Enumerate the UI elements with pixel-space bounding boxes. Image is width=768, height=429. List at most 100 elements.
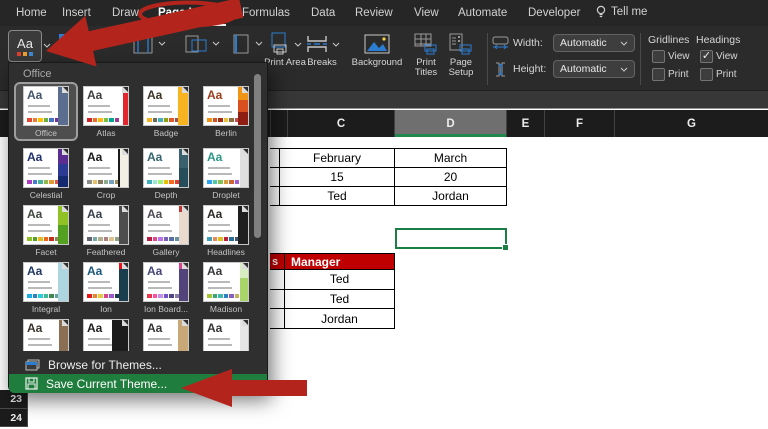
tab-data[interactable]: Data xyxy=(311,0,335,24)
theme-tile-madison[interactable]: AaMadison xyxy=(198,262,254,314)
theme-tile-droplet[interactable]: AaDroplet xyxy=(198,148,254,200)
headings-print-checkbox[interactable] xyxy=(700,68,713,81)
theme-tile-label: Crop xyxy=(78,190,134,200)
column-header-D[interactable]: D xyxy=(394,110,506,137)
page-fold-corner xyxy=(182,205,189,212)
theme-tile-depth[interactable]: AaDepth xyxy=(138,148,194,200)
tab-developer[interactable]: Developer xyxy=(528,0,580,24)
tab-formulas[interactable]: Formulas xyxy=(242,0,290,24)
chevron-down-icon[interactable] xyxy=(255,41,263,46)
column-header-C[interactable]: C xyxy=(287,110,394,137)
page-fold-corner xyxy=(182,86,189,93)
headings-title: Headings xyxy=(696,34,740,46)
header-cell-partial[interactable]: s xyxy=(270,254,285,270)
breaks-button[interactable]: Breaks xyxy=(300,30,344,68)
table-cell[interactable]: Ted xyxy=(285,290,395,310)
manager-header-cell[interactable]: Manager xyxy=(285,254,395,270)
theme-tile-berlin[interactable]: AaBerlin xyxy=(198,86,254,138)
theme-tile-ion[interactable]: AaIon xyxy=(78,262,134,314)
print-area-icon xyxy=(268,32,292,56)
theme-color-swatches xyxy=(207,118,239,123)
theme-aa-sample: Aa xyxy=(147,321,162,335)
theme-tile-gallery[interactable]: AaGallery xyxy=(138,205,194,257)
theme-aa-sample: Aa xyxy=(27,264,42,278)
page-fold-corner xyxy=(182,148,189,155)
page-fold-corner xyxy=(122,86,129,93)
theme-aa-sample: Aa xyxy=(87,321,102,335)
margins-icon[interactable] xyxy=(132,33,154,55)
chevron-down-icon[interactable] xyxy=(212,41,220,46)
theme-tile-facet[interactable]: AaFacet xyxy=(18,205,74,257)
theme-tile-celestial[interactable]: AaCelestial xyxy=(18,148,74,200)
width-select[interactable]: Automatic xyxy=(553,34,635,52)
month-table: FebruaryMarch1520TedJordan xyxy=(270,148,507,206)
size-icon[interactable] xyxy=(232,33,250,55)
headings-print-label: Print xyxy=(716,69,737,80)
table-cell[interactable]: Jordan xyxy=(285,309,395,329)
tab-review[interactable]: Review xyxy=(355,0,393,24)
colors-icon[interactable] xyxy=(58,32,78,52)
theme-tile-integral[interactable]: AaIntegral xyxy=(18,262,74,314)
table-cell[interactable]: February xyxy=(280,149,395,168)
table-cell[interactable]: March xyxy=(395,149,507,168)
theme-tile-headlines[interactable]: AaHeadlines xyxy=(198,205,254,257)
save-current-theme-item[interactable]: Save Current Theme... xyxy=(9,374,267,393)
breaks-label: Breaks xyxy=(307,57,337,68)
theme-tile-label: Depth xyxy=(138,190,194,200)
theme-aa-sample: Aa xyxy=(207,88,222,102)
browse-for-themes-label: Browse for Themes... xyxy=(48,358,162,372)
column-header-F[interactable]: F xyxy=(544,110,614,137)
column-header-E[interactable]: E xyxy=(506,110,544,137)
table-cell[interactable]: Jordan xyxy=(395,187,507,206)
theme-color-dots xyxy=(17,52,33,56)
column-header-partial[interactable] xyxy=(270,110,287,137)
cell-partial[interactable] xyxy=(270,270,285,290)
theme-tile-badge[interactable]: AaBadge xyxy=(138,86,194,138)
tab-home[interactable]: Home xyxy=(16,0,47,24)
tell-me-button[interactable]: Tell me xyxy=(596,0,647,24)
theme-tile-ion-board[interactable]: AaIon Board... xyxy=(138,262,194,314)
table-cell[interactable]: Ted xyxy=(285,270,395,290)
chevron-down-icon[interactable] xyxy=(43,43,51,48)
orientation-icon[interactable] xyxy=(184,33,208,55)
table-cell[interactable]: 15 xyxy=(280,168,395,187)
tab-view[interactable]: View xyxy=(414,0,439,24)
browse-for-themes-item[interactable]: Browse for Themes... xyxy=(9,355,267,374)
tab-insert[interactable]: Insert xyxy=(62,0,91,24)
selected-cell[interactable] xyxy=(395,228,507,249)
page-fold-corner xyxy=(242,319,249,326)
theme-tile-crop[interactable]: Aa Crop xyxy=(78,148,134,200)
gridlines-view-checkbox[interactable] xyxy=(652,50,665,63)
headings-view-label: View xyxy=(716,51,738,62)
chevron-down-icon[interactable] xyxy=(158,41,166,46)
cell-partial[interactable] xyxy=(270,187,280,206)
gridlines-print-checkbox[interactable] xyxy=(652,68,665,81)
themes-dropdown: Office AaOfficeAaAtlasAaBadgeAaBerlinAaC… xyxy=(8,62,268,392)
table-cell[interactable]: 20 xyxy=(395,168,507,187)
dropdown-scrollbar[interactable] xyxy=(254,74,261,238)
headings-view-checkbox[interactable]: ✓ xyxy=(700,50,713,63)
table-cell[interactable]: Ted xyxy=(280,187,395,206)
cell-partial[interactable] xyxy=(270,149,280,168)
theme-tile-feathered[interactable]: AaFeathered xyxy=(78,205,134,257)
theme-tile-label: Madison xyxy=(198,304,254,314)
row-header-24[interactable]: 24 xyxy=(0,409,28,427)
tab-automate[interactable]: Automate xyxy=(458,0,507,24)
theme-tile-atlas[interactable]: AaAtlas xyxy=(78,86,134,138)
cell-partial[interactable] xyxy=(270,168,280,187)
cell-partial[interactable] xyxy=(270,309,285,329)
page-fold-corner xyxy=(62,319,69,326)
theme-color-swatches xyxy=(87,118,119,123)
height-select[interactable]: Automatic xyxy=(553,60,635,78)
theme-aa-sample: Aa xyxy=(87,150,102,164)
background-button[interactable]: Background xyxy=(342,30,412,68)
theme-aa-sample: Aa xyxy=(27,150,42,164)
column-header-G[interactable]: G xyxy=(614,110,768,137)
theme-tile-office[interactable]: AaOffice xyxy=(14,82,78,141)
print-titles-button[interactable]: Print Titles xyxy=(406,30,446,78)
cell-partial[interactable] xyxy=(270,290,285,310)
tab-page-layout[interactable]: Page Layout xyxy=(158,0,226,26)
themes-button[interactable]: Aa xyxy=(8,30,42,62)
page-setup-button[interactable]: Page Setup xyxy=(441,30,481,78)
tab-draw[interactable]: Draw xyxy=(112,0,139,24)
